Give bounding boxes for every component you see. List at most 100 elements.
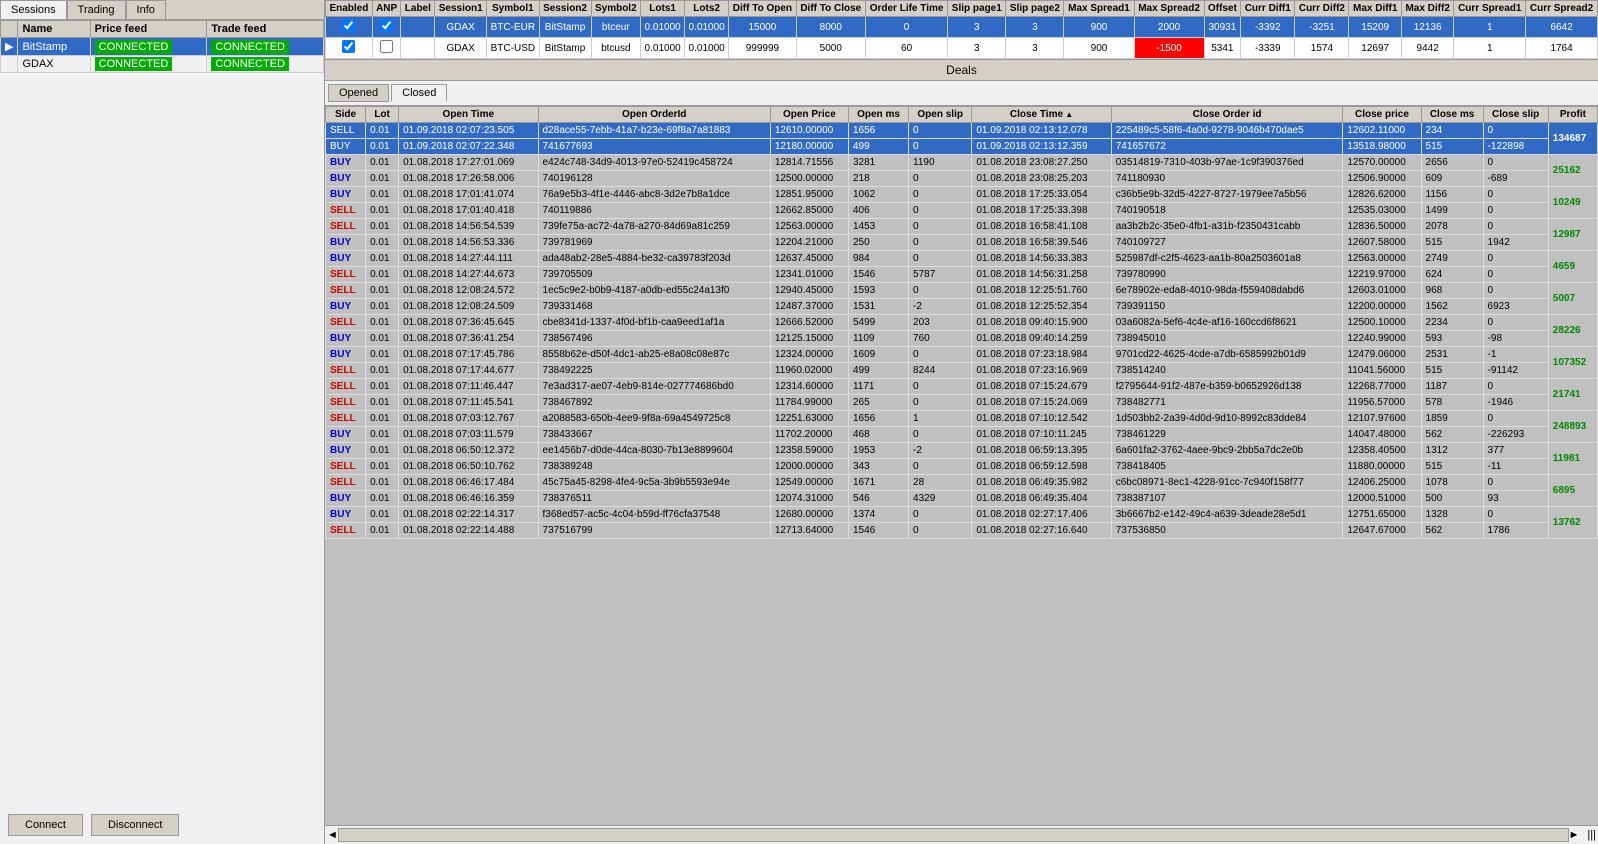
deal-openslip2: 0 (909, 235, 972, 251)
deals-row-2[interactable]: BUY 0.01 01.08.2018 07:36:41.254 7385674… (326, 331, 1598, 347)
deal-openms1: 984 (848, 251, 908, 267)
deals-row[interactable]: BUY 0.01 01.08.2018 07:17:45.786 8558b62… (326, 347, 1598, 363)
deals-col-close-time[interactable]: Close Time (972, 107, 1111, 123)
col-currdiff1[interactable]: Curr Diff1 (1241, 1, 1295, 17)
col-currdiff2[interactable]: Curr Diff2 (1295, 1, 1349, 17)
tab-closed[interactable]: Closed (391, 84, 447, 102)
deals-row-2[interactable]: SELL 0.01 01.08.2018 07:11:45.541 738467… (326, 395, 1598, 411)
deals-row[interactable]: BUY 0.01 01.08.2018 06:50:12.372 ee1456b… (326, 443, 1598, 459)
deals-row-2[interactable]: BUY 0.01 01.08.2018 14:56:53.336 7397819… (326, 235, 1598, 251)
deal-side1: SELL (326, 379, 366, 395)
col-maxspread1[interactable]: Max Spread1 (1064, 1, 1134, 17)
col-maxdiff2[interactable]: Max Diff2 (1401, 1, 1453, 17)
deals-row-2[interactable]: SELL 0.01 01.08.2018 07:17:44.677 738492… (326, 363, 1598, 379)
deals-col-open-time[interactable]: Open Time (399, 107, 538, 123)
deals-col-side[interactable]: Side (326, 107, 366, 123)
deals-row-2[interactable]: SELL 0.01 01.08.2018 06:50:10.762 738389… (326, 459, 1598, 475)
deal-closetime1: 01.08.2018 07:10:12.542 (972, 411, 1111, 427)
deals-row-2[interactable]: BUY 0.01 01.09.2018 02:07:22.348 7416776… (326, 139, 1598, 155)
deal-lot1: 0.01 (366, 251, 399, 267)
deals-col-open-slip[interactable]: Open slip (909, 107, 972, 123)
deals-row[interactable]: SELL 0.01 01.08.2018 07:03:12.767 a20885… (326, 411, 1598, 427)
deals-col-open-ms[interactable]: Open ms (848, 107, 908, 123)
deal-side2: BUY (326, 139, 366, 155)
col-currspread1[interactable]: Curr Spread1 (1454, 1, 1526, 17)
session-row-gdax[interactable]: GDAX CONNECTED CONNECTED (1, 56, 324, 73)
col-anp[interactable]: ANP (372, 1, 401, 17)
col-symbol2[interactable]: Symbol2 (591, 1, 641, 17)
deals-row[interactable]: SELL 0.01 01.08.2018 07:36:45.645 cbe834… (326, 315, 1598, 331)
deals-col-profit[interactable]: Profit (1548, 107, 1597, 123)
deals-row[interactable]: BUY 0.01 01.08.2018 17:27:01.069 e424c74… (326, 155, 1598, 171)
deals-row-2[interactable]: BUY 0.01 01.08.2018 17:26:58.006 7401961… (326, 171, 1598, 187)
col-session2[interactable]: Session2 (539, 1, 591, 17)
deals-row[interactable]: SELL 0.01 01.08.2018 12:08:24.572 1ec5c9… (326, 283, 1598, 299)
col-slip1[interactable]: Slip page1 (948, 1, 1006, 17)
deal-lot1: 0.01 (366, 187, 399, 203)
col-symbol1[interactable]: Symbol1 (487, 1, 539, 17)
col-maxdiff1[interactable]: Max Diff1 (1349, 1, 1401, 17)
deals-col-lot[interactable]: Lot (366, 107, 399, 123)
deals-row[interactable]: BUY 0.01 01.08.2018 14:27:44.111 ada48ab… (326, 251, 1598, 267)
col-diff-open[interactable]: Diff To Open (729, 1, 797, 17)
deals-col-close-orderid[interactable]: Close Order id (1111, 107, 1343, 123)
deals-col-close-slip[interactable]: Close slip (1483, 107, 1548, 123)
grid-cell-slip2: 3 (1006, 38, 1064, 59)
col-diff-close[interactable]: Diff To Close (796, 1, 865, 17)
deals-row-2[interactable]: BUY 0.01 01.08.2018 07:03:11.579 7384336… (326, 427, 1598, 443)
session-status-trade-gdax: CONNECTED (207, 56, 324, 73)
deals-row-2[interactable]: BUY 0.01 01.08.2018 06:46:16.359 7383765… (326, 491, 1598, 507)
deal-closeorderid1: 6a601fa2-3762-4aee-9bc9-2bb5a7dc2e0b (1111, 443, 1343, 459)
tab-info[interactable]: Info (126, 0, 166, 19)
horizontal-scrollbar[interactable] (338, 828, 1569, 842)
grid-row[interactable]: GDAX BTC-EUR BitStamp btceur 0.01000 0.0… (326, 17, 1598, 38)
grid-cell-label (401, 38, 435, 59)
deal-closetime1: 01.08.2018 14:56:33.383 (972, 251, 1111, 267)
deals-row[interactable]: SELL 0.01 01.08.2018 07:11:46.447 7e3ad3… (326, 379, 1598, 395)
col-lots1[interactable]: Lots1 (641, 1, 685, 17)
tab-sessions[interactable]: Sessions (0, 0, 67, 19)
col-lots2[interactable]: Lots2 (685, 1, 729, 17)
tab-opened[interactable]: Opened (328, 84, 389, 102)
col-currspread2[interactable]: Curr Spread2 (1526, 1, 1598, 17)
deals-col-close-ms[interactable]: Close ms (1421, 107, 1483, 123)
deals-row[interactable]: BUY 0.01 01.08.2018 17:01:41.074 76a9e5b… (326, 187, 1598, 203)
deal-closeslip2: 1942 (1483, 235, 1548, 251)
deals-row[interactable]: SELL 0.01 01.08.2018 06:46:17.484 45c75a… (326, 475, 1598, 491)
grid-cell-currspread1: 1 (1454, 38, 1526, 59)
col-order-lifetime[interactable]: Order Life Time (865, 1, 947, 17)
deals-row-2[interactable]: SELL 0.01 01.08.2018 02:22:14.488 737516… (326, 523, 1598, 539)
tab-trading[interactable]: Trading (67, 0, 126, 19)
col-label[interactable]: Label (401, 1, 435, 17)
connect-button[interactable]: Connect (8, 814, 83, 836)
deal-closeprice1: 12563.00000 (1343, 251, 1421, 267)
deal-opentime1: 01.08.2018 17:01:41.074 (399, 187, 538, 203)
deal-closeorderid1: c36b5e9b-32d5-4227-8727-1979ee7a5b56 (1111, 187, 1343, 203)
deals-row-2[interactable]: SELL 0.01 01.08.2018 17:01:40.418 740119… (326, 203, 1598, 219)
grid-row[interactable]: GDAX BTC-USD BitStamp btcusd 0.01000 0.0… (326, 38, 1598, 59)
deal-openslip2: 760 (909, 331, 972, 347)
deals-row[interactable]: BUY 0.01 01.08.2018 02:22:14.317 f368ed5… (326, 507, 1598, 523)
col-offset[interactable]: Offset (1204, 1, 1241, 17)
session-row-bitstamp[interactable]: ▶ BitStamp CONNECTED CONNECTED (1, 38, 324, 56)
deals-row-2[interactable]: SELL 0.01 01.08.2018 14:27:44.673 739705… (326, 267, 1598, 283)
col-maxspread2[interactable]: Max Spread2 (1134, 1, 1204, 17)
deals-row[interactable]: SELL 0.01 01.09.2018 02:07:23.505 d28ace… (326, 123, 1598, 139)
deal-closems2: 624 (1421, 267, 1483, 283)
deal-opentime2: 01.08.2018 06:46:16.359 (399, 491, 538, 507)
disconnect-button[interactable]: Disconnect (91, 814, 179, 836)
col-slip2[interactable]: Slip page2 (1006, 1, 1064, 17)
deals-col-close-price[interactable]: Close price (1343, 107, 1421, 123)
deals-row[interactable]: SELL 0.01 01.08.2018 14:56:54.539 739fe7… (326, 219, 1598, 235)
col-enabled[interactable]: Enabled (326, 1, 373, 17)
deal-openslip2: 0 (909, 523, 972, 539)
deal-openms1: 1656 (848, 123, 908, 139)
deals-table-container[interactable]: Side Lot Open Time Open OrderId Open Pri… (325, 106, 1598, 825)
col-session1[interactable]: Session1 (435, 1, 487, 17)
deal-side1: BUY (326, 187, 366, 203)
deals-col-open-orderid[interactable]: Open OrderId (538, 107, 770, 123)
deals-row-2[interactable]: BUY 0.01 01.08.2018 12:08:24.509 7393314… (326, 299, 1598, 315)
deal-closeorderid2: 738482771 (1111, 395, 1343, 411)
deals-col-open-price[interactable]: Open Price (770, 107, 848, 123)
bottom-scrollbar[interactable]: ◄ ► ||| (325, 825, 1598, 844)
